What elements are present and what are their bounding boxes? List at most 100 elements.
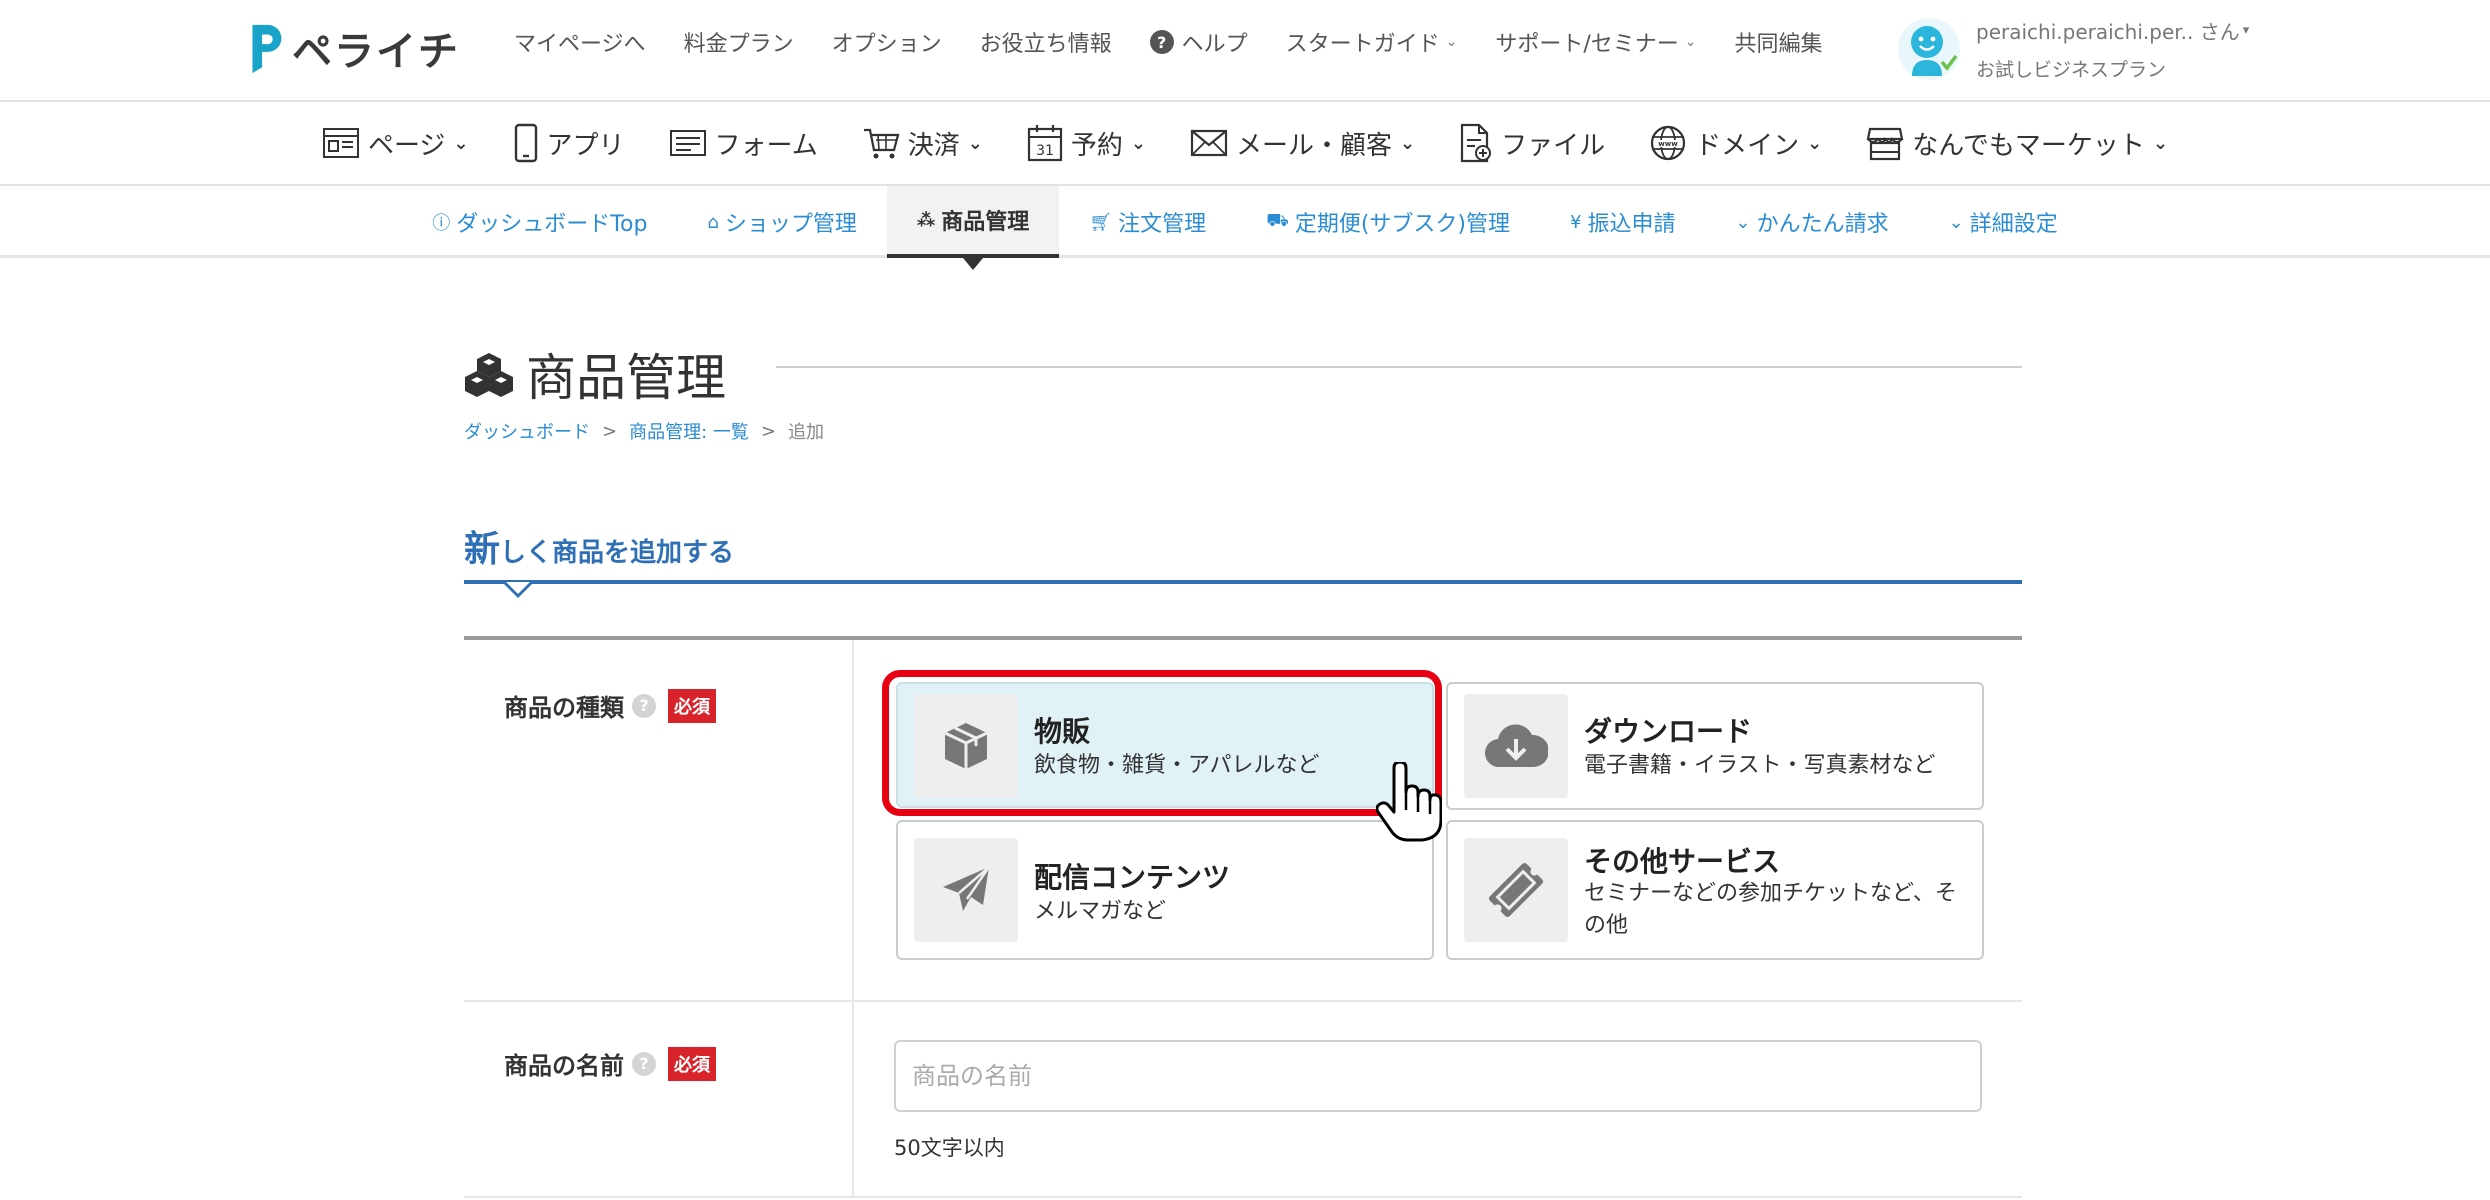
chevron-down-icon: ⌄ [1807,132,1823,154]
section-underline [464,580,2022,584]
user-menu[interactable]: peraichi.peraichi.per.. さん ▾ お試しビジネスプラン [1898,16,2249,82]
home-icon: ⌂ [707,211,719,233]
cat-payment-label: 決済 [907,130,960,161]
tab-dashboard-top[interactable]: ⓘ ダッシュボードTop [402,186,677,258]
product-type-label-text: 商品の種類 [504,694,624,722]
option-desc: メルマガなど [1034,899,1167,924]
tab-subscription-management-label: 定期便(サブスク)管理 [1294,212,1511,237]
option-title: 配信コンテンツ [1034,861,1231,894]
cat-reservation[interactable]: 31 予約 ⌄ [1027,124,1146,162]
hand-pointer-cursor-icon [1376,762,1442,842]
tab-transfer-request-label: 振込申請 [1587,212,1676,237]
cat-form-label: フォーム [714,130,818,161]
nav-useful-info-label: お役立ち情報 [979,32,1112,57]
tab-transfer-request[interactable]: ¥ 振込申請 [1540,186,1705,258]
nav-pricing-label: 料金プラン [683,32,794,57]
nav-support-seminar[interactable]: サポート/セミナー ⌄ [1495,26,1696,58]
page-icon [322,128,359,158]
nav-help[interactable]: ? ヘルプ [1149,26,1248,58]
nav-help-label: ヘルプ [1181,32,1248,57]
form-icon [669,130,706,156]
tab-shop-management-label: ショップ管理 [724,212,857,237]
product-type-delivery-content[interactable]: 配信コンテンツ メルマガなど [896,820,1434,960]
chevron-down-icon: ⌄ [1130,132,1146,154]
nav-start-guide[interactable]: スタートガイド ⌄ [1286,26,1458,58]
chevron-down-icon: ⌄ [1735,211,1751,233]
cat-page[interactable]: ページ ⌄ [322,125,469,162]
tab-product-management-label: 商品管理 [941,210,1030,235]
tab-order-management-label: 注文管理 [1118,212,1207,237]
help-icon[interactable]: ? [632,693,656,718]
nav-pricing[interactable]: 料金プラン [684,26,794,58]
cat-domain[interactable]: www ドメイン ⌄ [1649,124,1822,162]
option-desc: セミナーなどの参加チケットなど、その他 [1584,881,1957,938]
nav-co-editing[interactable]: 共同編集 [1735,26,1823,58]
chevron-down-icon: ⌄ [1948,211,1964,233]
section-heading-first: 新 [464,529,501,570]
store-icon [1866,127,1904,161]
option-title: ダウンロード [1584,715,1753,748]
file-icon [1461,123,1492,163]
help-icon[interactable]: ? [632,1051,656,1076]
breadcrumb-separator: > [602,420,618,442]
product-name-label-text: 商品の名前 [504,1052,624,1080]
chevron-down-icon: ⌄ [967,132,983,154]
user-name-text: peraichi.peraichi.per.. さん [1976,20,2240,44]
globe-icon: www [1651,125,1686,161]
tab-order-management[interactable]: 🛒︎ 注文管理 [1059,186,1236,258]
product-type-label: 商品の種類 ? 必須 [504,688,716,723]
nav-start-guide-label: スタートガイド [1285,32,1440,57]
required-badge: 必須 [668,688,716,723]
cat-market[interactable]: なんでもマーケット ⌄ [1866,125,2168,162]
cart-icon [863,128,900,159]
cubes-icon [465,353,513,397]
breadcrumb: ダッシュボード > 商品管理: 一覧 > 追加 [464,418,824,444]
cat-market-label: なんでもマーケット [1912,130,2145,161]
row-divider [852,1002,854,1196]
cat-file[interactable]: ファイル [1459,123,1605,163]
tab-subscription-management[interactable]: ⛟ 定期便(サブスク)管理 [1236,186,1540,258]
peraichi-logo-icon [252,24,282,74]
product-type-download[interactable]: ダウンロード 電子書籍・イラスト・写真素材など [1446,682,1984,810]
cloud-download-icon [1464,694,1568,798]
nav-mypage[interactable]: マイページへ [514,26,646,58]
product-name-hint: 50文字以内 [894,1136,1005,1160]
nav-mypage-label: マイページへ [514,32,646,57]
caret-down-icon: ▾ [2242,23,2250,38]
title-rule [776,366,2022,368]
brand-logo[interactable]: ペライチ [246,18,460,78]
truck-icon: ⛟ [1266,210,1289,231]
selection-highlight-frame [882,670,1442,816]
cat-payment[interactable]: 決済 ⌄ [862,125,983,162]
yen-icon: ¥ [1570,211,1582,233]
nav-options[interactable]: オプション [832,26,942,58]
tab-dashboard-top-label: ダッシュボードTop [456,212,648,237]
cart-icon: 🛒︎ [1089,211,1113,233]
breadcrumb-product-list[interactable]: 商品管理: 一覧 [629,418,749,444]
cat-app-label: アプリ [546,130,625,161]
tab-easy-billing[interactable]: ⌄ かんたん請求 [1705,186,1918,258]
product-name-input[interactable] [894,1040,1982,1112]
chevron-down-icon: ⌄ [1400,132,1416,154]
mail-icon [1190,129,1228,157]
cat-app[interactable]: アプリ [513,123,625,163]
cat-form[interactable]: フォーム [669,125,818,162]
tab-detailed-settings[interactable]: ⌄ 詳細設定 [1919,186,2088,258]
cat-mail-customer[interactable]: メール・顧客 ⌄ [1190,125,1415,162]
top-nav: マイページへ 料金プラン オプション お役立ち情報 ? ヘルプ スタートガイド ⌄ … [514,26,1861,58]
ticket-icon [1464,838,1568,942]
tab-product-management[interactable]: ⁂ 商品管理 [886,186,1060,270]
nav-support-seminar-label: サポート/セミナー [1495,32,1679,57]
breadcrumb-dashboard[interactable]: ダッシュボード [464,418,590,444]
cubes-icon: ⁂ [916,209,936,231]
product-type-other-service[interactable]: その他サービス セミナーなどの参加チケットなど、その他 [1446,820,1984,960]
nav-useful-info[interactable]: お役立ち情報 [980,26,1112,58]
tab-shop-management[interactable]: ⌂ ショップ管理 [677,186,886,258]
info-icon: ⓘ [432,213,451,234]
chevron-down-icon: ⌄ [2152,132,2169,154]
row-divider [852,640,854,1000]
section-heading: 新しく商品を追加する [464,520,2022,572]
svg-text:www: www [1658,140,1678,148]
chevron-down-icon: ⌄ [1445,34,1458,50]
page-title: 商品管理 [464,338,726,410]
